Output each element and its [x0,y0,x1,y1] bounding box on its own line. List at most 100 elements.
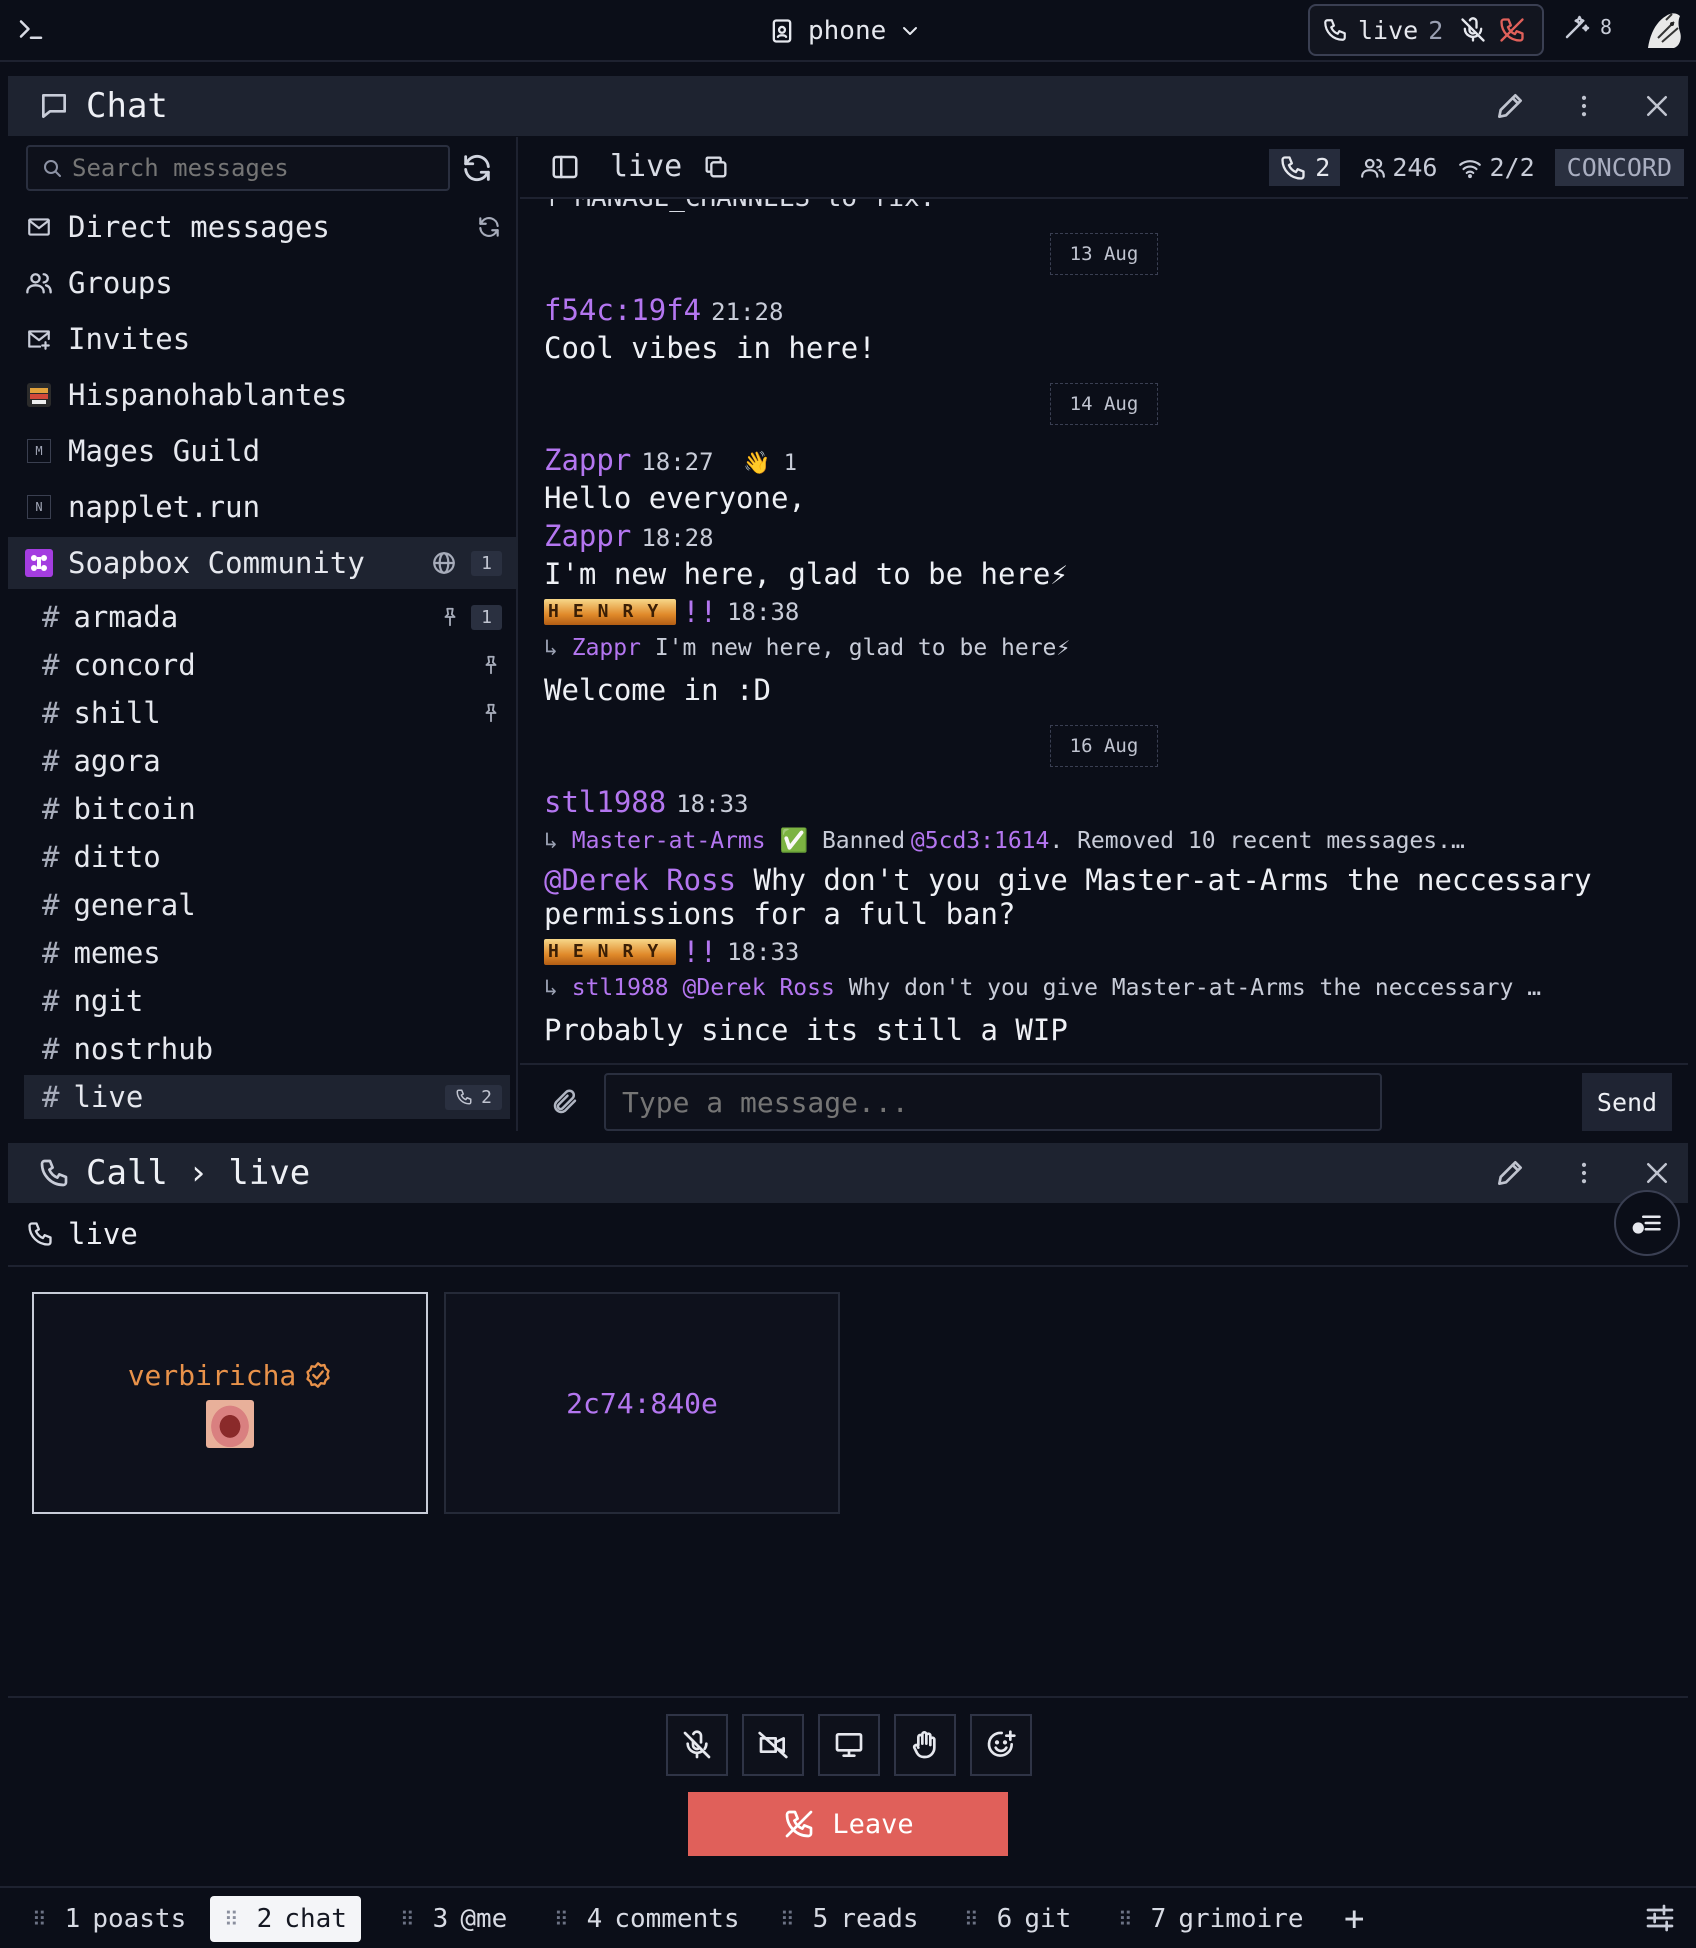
message-header: stl1988 18:33 [544,785,748,819]
message-time: 21:28 [711,298,784,326]
wand-count: 8 [1600,15,1613,39]
mention[interactable]: @Derek Ross [544,863,736,897]
tab-reads[interactable]: ⠿ 5 reads [766,1896,933,1942]
add-tab-button[interactable]: + [1330,1896,1378,1942]
relays-status[interactable]: 2/2 [1457,153,1535,182]
close-icon[interactable] [1642,91,1672,121]
send-button[interactable]: Send [1582,1073,1672,1131]
mic-off-icon [683,1730,711,1759]
message-time: 18:38 [727,598,800,626]
search-box[interactable] [26,145,450,191]
message-author-emoji[interactable]: HENRY!! [544,595,717,629]
nav-groups[interactable]: Groups [8,257,518,309]
channel-bitcoin[interactable]: # bitcoin [8,787,518,831]
tab-chat[interactable]: ⠿ 2 chat [210,1896,361,1942]
drag-handle-icon[interactable]: ⠿ [1118,1907,1133,1931]
participant-name-row: verbiricha [128,1359,333,1392]
nav-hispanohablantes[interactable]: Hispanohablantes [8,369,518,421]
layout-toggle-button[interactable] [1614,1190,1680,1256]
mic-off-icon[interactable] [1459,16,1487,44]
more-vertical-icon[interactable] [1570,90,1598,122]
screen-share-button[interactable] [818,1714,880,1776]
message-input[interactable] [604,1073,1382,1131]
pin-icon [480,701,502,725]
tab-poasts[interactable]: ⠿ 1 poasts [18,1896,200,1942]
leave-label: Leave [832,1808,914,1840]
drag-handle-icon[interactable]: ⠿ [554,1907,569,1931]
nav-napplet-run[interactable]: N napplet.run [8,481,518,533]
tab-git[interactable]: ⠿ 6 git [950,1896,1085,1942]
camera-button[interactable] [742,1714,804,1776]
device-selector[interactable]: phone [768,12,922,50]
tab-label: grimoire [1178,1904,1304,1934]
search-input[interactable] [72,154,432,182]
tab-grimoire[interactable]: ⠿ 7 grimoire [1104,1896,1318,1942]
channel-armada[interactable]: # armada 1 [8,595,518,639]
reply-preview[interactable]: ↳ stl1988 @Derek Ross Why don't you give… [544,975,1541,1001]
nav-invites[interactable]: Invites [8,313,518,365]
channel-nostrhub[interactable]: # nostrhub [8,1027,518,1071]
hangup-icon[interactable] [1497,16,1527,44]
message-author[interactable]: Zappr [544,519,631,553]
reply-preview[interactable]: ↳ Zappr I'm new here, glad to be here⚡ [544,635,1070,661]
settings-sliders-icon[interactable] [1644,1902,1676,1934]
copy-icon[interactable] [702,153,730,181]
channel-general[interactable]: # general [8,883,518,927]
user-avatar[interactable] [1644,8,1684,52]
channel-ditto[interactable]: # ditto [8,835,518,879]
tab-me[interactable]: ⠿ 3 @me [386,1896,521,1942]
edit-pencil-icon[interactable] [1494,1157,1526,1189]
reaction-button[interactable] [970,1714,1032,1776]
magic-wand-button[interactable]: 8 [1562,12,1612,42]
reply-preview[interactable]: ↳ Master-at-Arms ✅ Banned @5cd3:1614. Re… [544,827,1465,854]
more-vertical-icon[interactable] [1570,1157,1598,1189]
call-participants-button[interactable]: 2 [1269,149,1341,186]
terminal-icon[interactable] [16,14,46,44]
message-author[interactable]: f54c:19f4 [544,293,701,327]
participant-tile[interactable]: 2c74:840e [444,1292,840,1514]
participant-tile[interactable]: verbiricha [32,1292,428,1514]
channel-concord[interactable]: # concord [8,643,518,687]
edit-pencil-icon[interactable] [1494,90,1526,122]
nav-mages-guild[interactable]: M Mages Guild [8,425,518,477]
channel-ngit[interactable]: # ngit [8,979,518,1023]
live-call-pill[interactable]: live 2 [1308,4,1544,56]
drag-handle-icon[interactable]: ⠿ [964,1907,979,1931]
leave-call-button[interactable]: Leave [688,1792,1008,1856]
message-author-emoji[interactable]: HENRY!! [544,935,717,969]
channel-live[interactable]: # live 2 [24,1075,510,1119]
reply-text: Banned [821,828,906,854]
message-header: Zappr 18:27 👋 1 [544,443,797,477]
reaction-chip[interactable]: 👋 1 [743,451,797,476]
drag-handle-icon[interactable]: ⠿ [224,1907,239,1931]
drag-handle-icon[interactable]: ⠿ [780,1907,795,1931]
channel-memes[interactable]: # memes [8,931,518,975]
author-suffix: !! [682,935,718,969]
refresh-button[interactable] [460,151,494,185]
message-time: 18:27 [641,448,714,476]
members-count[interactable]: 246 [1360,153,1437,182]
drag-handle-icon[interactable]: ⠿ [400,1907,415,1931]
tab-comments[interactable]: ⠿ 4 comments [540,1896,754,1942]
check-emoji: ✅ [779,828,809,854]
nav-soapbox-community[interactable]: Soapbox Community 1 [8,537,518,589]
wifi-icon [1457,155,1483,181]
nav-direct-messages[interactable]: Direct messages [8,201,518,253]
participant-avatar [206,1399,254,1448]
call-badge: 2 [445,1084,502,1110]
message-header: HENRY!! 18:38 [544,593,799,629]
drag-handle-icon[interactable]: ⠿ [32,1907,47,1931]
mute-button[interactable] [666,1714,728,1776]
top-bar: phone live 2 8 [0,0,1696,62]
channel-shill[interactable]: # shill [8,691,518,735]
sync-icon[interactable] [476,214,502,240]
close-icon[interactable] [1642,1158,1672,1188]
paperclip-icon[interactable] [550,1087,580,1117]
hand-icon [912,1731,936,1759]
raise-hand-button[interactable] [894,1714,956,1776]
message-author[interactable]: Zappr [544,443,631,477]
sidebar-toggle-icon[interactable] [550,152,580,182]
magic-wand-icon [1562,12,1592,42]
message-author[interactable]: stl1988 [544,785,666,819]
channel-agora[interactable]: # agora [8,739,518,783]
